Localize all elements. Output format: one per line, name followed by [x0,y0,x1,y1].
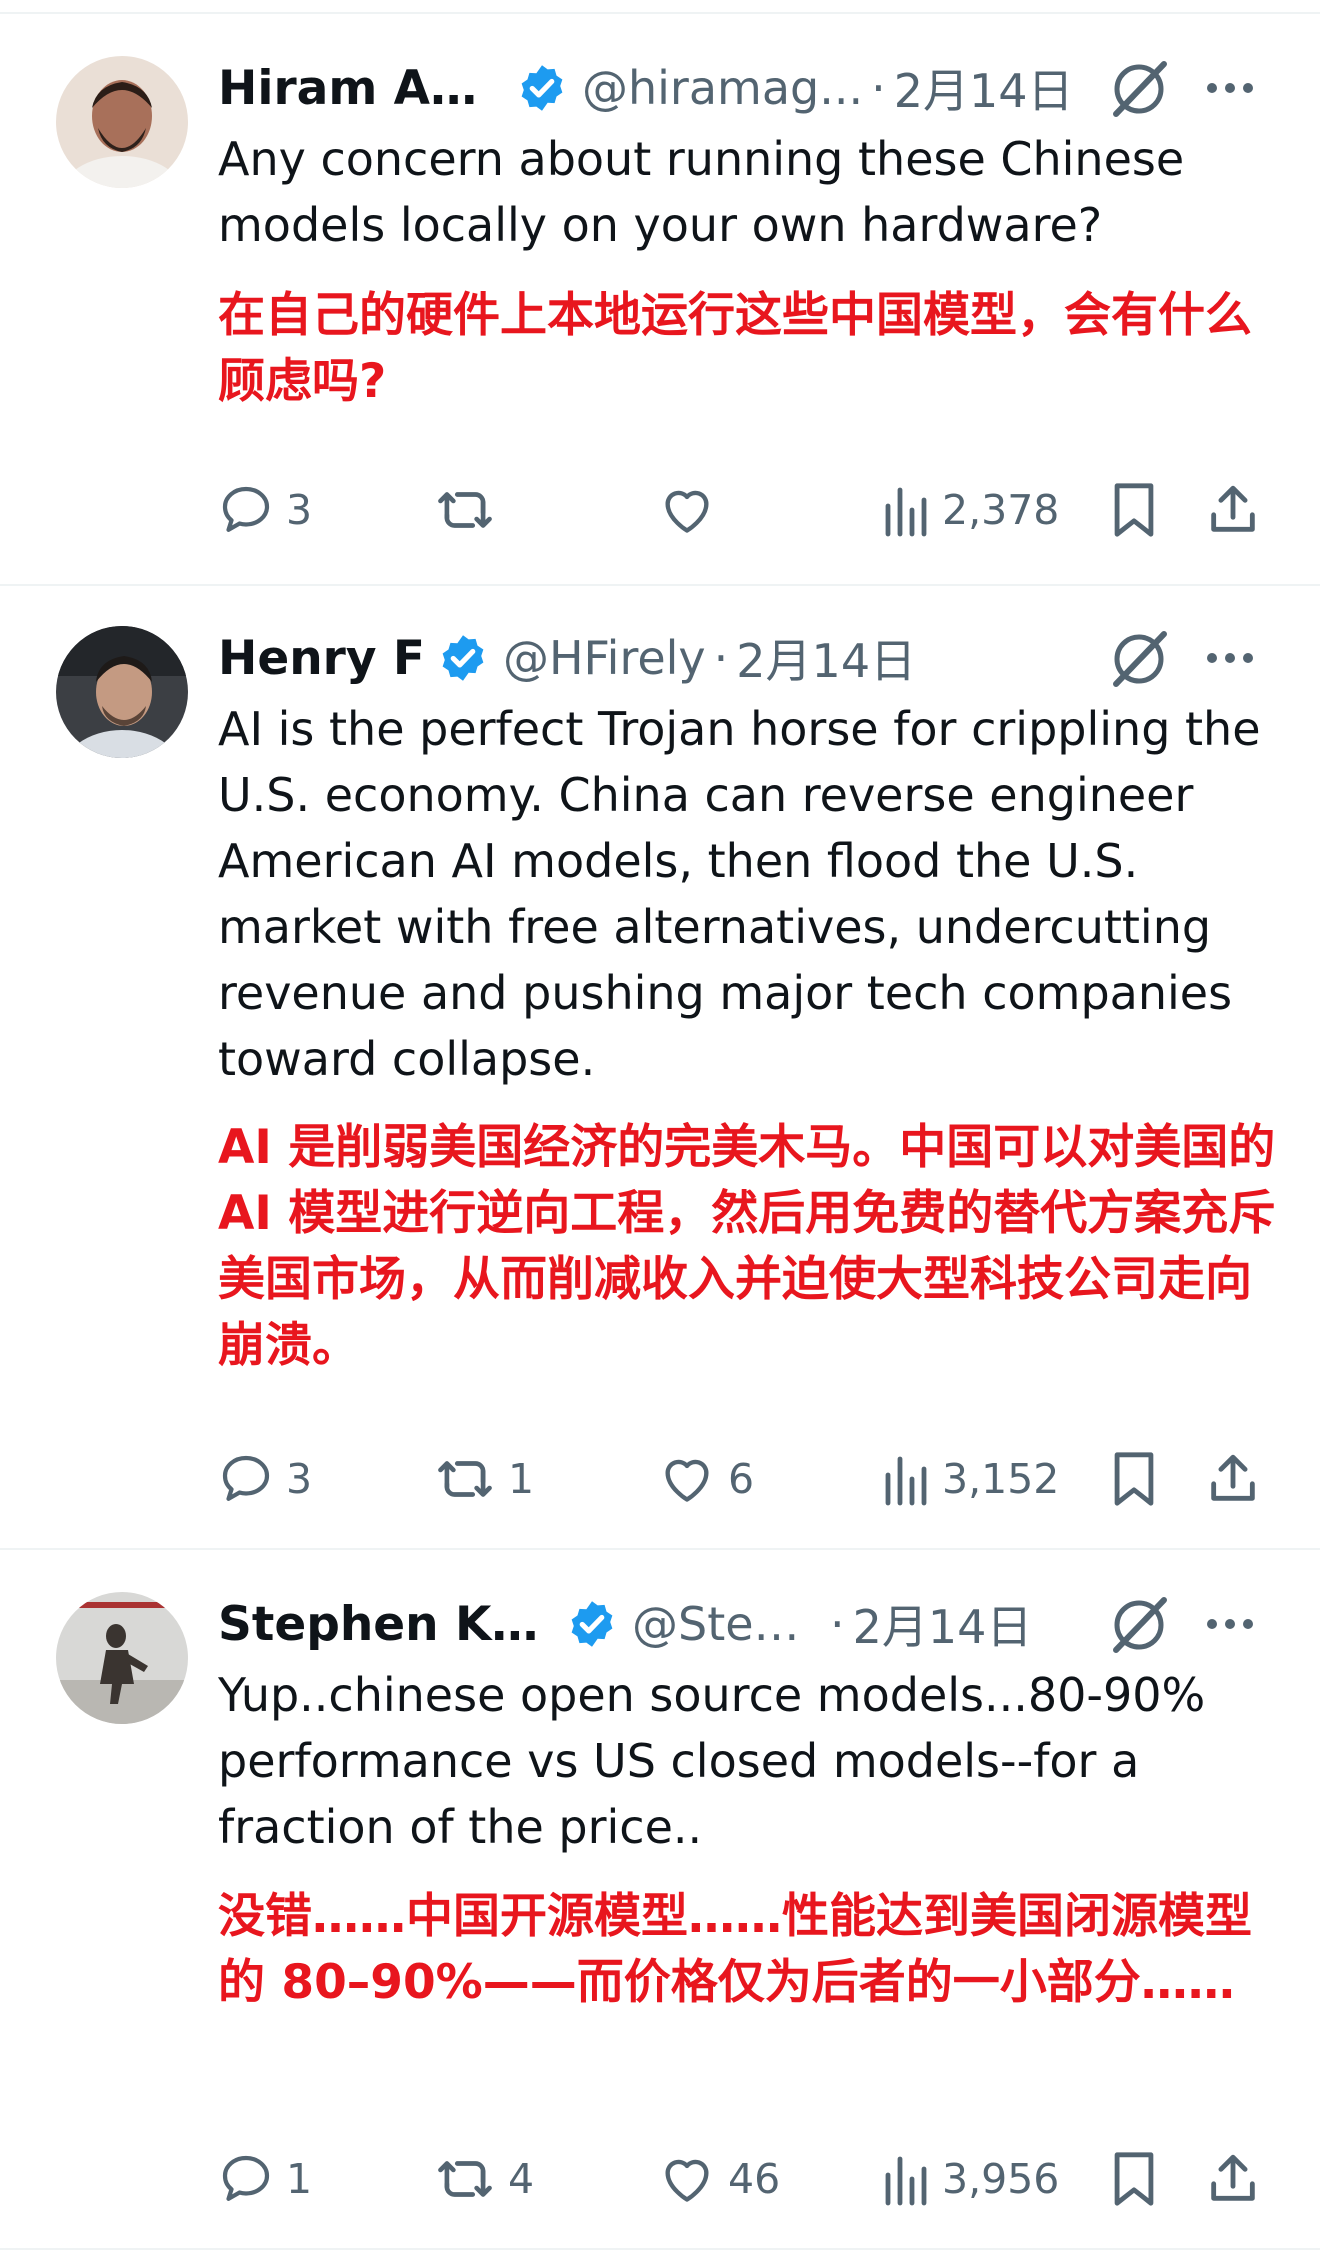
more-icon[interactable] [1200,58,1260,118]
like-button[interactable]: 6 [658,1444,754,1514]
repost-button[interactable]: 4 [434,2144,534,2214]
user-handle[interactable]: @HFirely [503,631,706,685]
views-button[interactable]: 2,378 [882,475,1059,545]
grok-icon[interactable] [1108,1594,1170,1656]
share-button[interactable] [1204,475,1262,545]
views-icon [885,2156,927,2206]
tweet-divider [0,2248,1320,2250]
share-icon [1211,2154,1255,2201]
like-button[interactable]: 46 [658,2144,780,2214]
avatar[interactable] [56,626,188,758]
like-icon [665,1459,709,1502]
bookmark-button[interactable] [1108,1444,1160,1514]
repost-count: 1 [508,1455,535,1503]
share-icon [1211,485,1255,532]
verified-badge-icon [437,632,489,684]
repost-icon [438,1461,492,1497]
view-count: 3,956 [942,2155,1060,2203]
more-icon[interactable] [1200,1594,1260,1654]
like-count: 6 [728,1455,755,1503]
reply-count: 3 [286,1455,313,1503]
tweet-header: Stephen Kal... @Step... · 2月14日 [218,1584,1032,1664]
views-button[interactable]: 3,956 [882,2144,1059,2214]
tweet-translation: 在自己的硬件上本地运行这些中国模型，会有什么顾虑吗? [218,288,1252,409]
views-icon [885,1456,927,1506]
separator-dot: · [713,631,729,685]
avatar[interactable] [56,56,188,188]
tweet-date[interactable]: 2月14日 [736,625,916,691]
tweet-translation: AI 是削弱美国经济的完美木马。中国可以对美国的 AI 模型进行逆向工程，然后用… [218,1120,1276,1373]
tweet-header: Hiram Ag... @hiramag... · 2月14日 [218,48,1074,128]
repost-icon [438,2161,492,2197]
like-icon [665,490,709,533]
user-handle[interactable]: @hiramag... [582,61,863,115]
tweet-translation: 没错……中国开源模型……性能达到美国闭源模型的 80–90%——而价格仅为后者的… [218,1889,1252,2010]
tweet[interactable]: Stephen Kal... @Step... · 2月14日 Yup..chi… [0,1584,1320,2244]
tweet-date[interactable]: 2月14日 [894,55,1074,121]
reply-button[interactable]: 1 [218,2144,312,2214]
repost-count: 4 [508,2155,535,2203]
tweet-divider [0,1548,1320,1550]
share-button[interactable] [1204,1444,1262,1514]
tweet-text: Yup..chinese open source models...80-90%… [218,1668,1206,1854]
bookmark-icon [1114,2152,1154,2206]
reply-button[interactable]: 3 [218,1444,312,1514]
reply-icon [222,486,270,532]
views-button[interactable]: 3,152 [882,1444,1059,1514]
tweet-divider [0,12,1320,14]
reply-button[interactable]: 3 [218,475,312,545]
bookmark-button[interactable] [1108,475,1160,545]
repost-button[interactable] [434,475,508,545]
share-icon [1211,1454,1255,1501]
separator-dot: · [871,61,886,115]
like-button[interactable] [658,475,728,545]
view-count: 2,378 [942,486,1060,534]
like-icon [665,2159,709,2202]
verified-badge-icon [516,62,568,114]
tweet-actions: 3 2,378 [218,475,1288,545]
views-icon [885,487,927,537]
more-icon[interactable] [1200,628,1260,688]
grok-icon[interactable] [1108,58,1170,120]
like-count: 46 [728,2155,781,2203]
display-name[interactable]: Stephen Kal... [218,1597,554,1652]
bookmark-icon [1114,1452,1154,1506]
tweet[interactable]: Hiram Ag... @hiramag... · 2月14日 Any conc… [0,48,1320,568]
display-name[interactable]: Hiram Ag... [218,61,504,116]
reply-icon [222,2155,270,2201]
bookmark-button[interactable] [1108,2144,1160,2214]
tweet-text: AI is the perfect Trojan horse for cripp… [218,702,1261,1086]
tweet-date[interactable]: 2月14日 [853,1591,1033,1657]
avatar[interactable] [56,1592,188,1724]
repost-icon [438,492,492,528]
share-button[interactable] [1204,2144,1262,2214]
reply-count: 1 [286,2155,313,2203]
tweet-text: Any concern about running these Chinese … [218,132,1185,252]
bookmark-icon [1114,483,1154,537]
reply-count: 3 [286,486,313,534]
display-name[interactable]: Henry F [218,631,425,686]
tweet[interactable]: Henry F @HFirely · 2月14日 AI is the perfe… [0,618,1320,1528]
view-count: 3,152 [942,1455,1060,1503]
separator-dot: · [830,1597,845,1651]
grok-icon[interactable] [1108,628,1170,690]
repost-button[interactable]: 1 [434,1444,534,1514]
tweet-actions: 1 4 46 3,956 [218,2144,1288,2214]
verified-badge-icon [566,1598,618,1650]
tweet-actions: 3 1 6 3,152 [218,1444,1288,1514]
tweet-divider [0,584,1320,586]
reply-icon [222,1455,270,1501]
tweet-header: Henry F @HFirely · 2月14日 [218,618,916,698]
user-handle[interactable]: @Step... [632,1597,822,1651]
